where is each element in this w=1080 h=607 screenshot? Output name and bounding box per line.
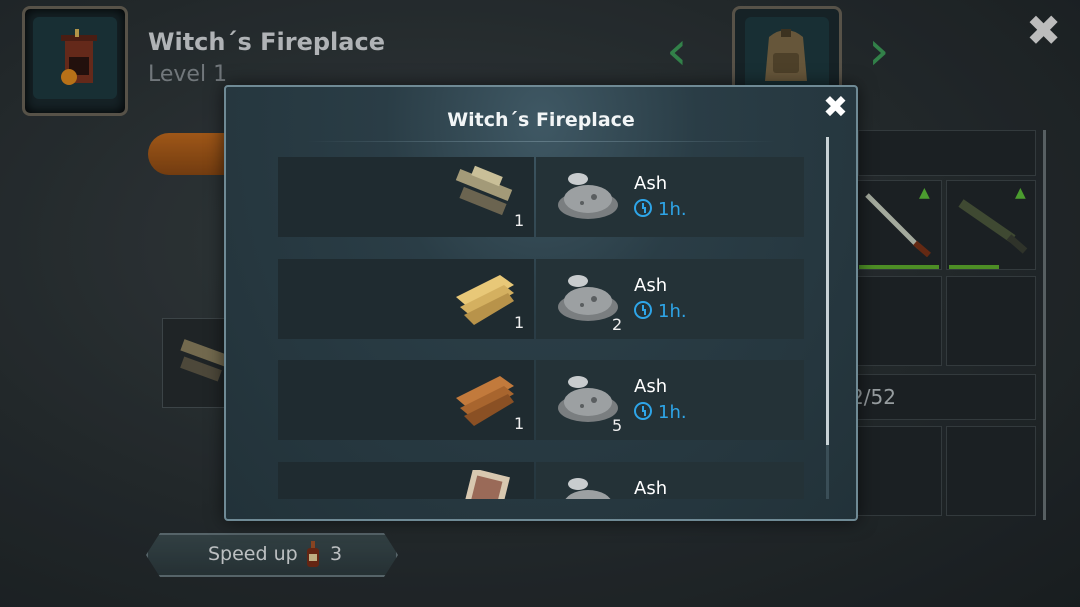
recipes-modal: Witch´s Fireplace ✖ 1 Ash 1h. 1 2 Ash 1h… <box>224 85 858 521</box>
planks-dark-icon <box>456 376 514 426</box>
craft-time-value: 1h. <box>658 402 687 423</box>
craft-time-value: 1h. <box>658 199 687 220</box>
recipe-row[interactable]: Ash <box>278 462 804 499</box>
recipe-list[interactable]: 1 Ash 1h. 1 2 Ash 1h. 1 5 Ash 1h. Ash <box>278 157 804 499</box>
recipe-scrollbar[interactable] <box>826 137 829 499</box>
recipe-input: 1 <box>278 360 534 440</box>
craft-time: 1h. <box>634 301 687 322</box>
planks-light-icon <box>456 275 514 325</box>
recipe-input: 1 <box>278 157 534 237</box>
recipe-row[interactable]: 1 Ash 1h. <box>278 157 804 237</box>
output-name: Ash <box>634 275 668 296</box>
input-quantity: 1 <box>514 313 525 332</box>
recipe-output: Ash 1h. <box>536 157 804 237</box>
ash-icon <box>558 275 618 321</box>
recipe-input <box>278 462 534 499</box>
craft-time: 1h. <box>634 199 687 220</box>
ash-icon <box>565 478 611 499</box>
recipe-row[interactable]: 1 5 Ash 1h. <box>278 360 804 440</box>
ash-icon <box>558 173 618 219</box>
craft-time: 1h. <box>634 402 687 423</box>
modal-title: Witch´s Fireplace <box>447 109 635 131</box>
output-name: Ash <box>634 478 668 499</box>
title-divider <box>306 141 776 142</box>
craft-time-value: 1h. <box>658 301 687 322</box>
recipe-input: 1 <box>278 259 534 339</box>
output-name: Ash <box>634 173 668 194</box>
input-quantity: 1 <box>514 211 525 230</box>
recipe-row[interactable]: 1 2 Ash 1h. <box>278 259 804 339</box>
input-quantity: 1 <box>514 414 525 433</box>
ash-icon <box>558 376 618 422</box>
clock-icon <box>634 301 652 319</box>
magazine-icon <box>460 470 510 499</box>
output-quantity: 2 <box>612 315 623 334</box>
recipe-output: 2 Ash 1h. <box>536 259 804 339</box>
recipe-output: 5 Ash 1h. <box>536 360 804 440</box>
recipe-output: Ash <box>536 462 804 499</box>
output-name: Ash <box>634 376 668 397</box>
logs-icon <box>455 165 513 216</box>
clock-icon <box>634 402 652 420</box>
output-quantity: 5 <box>612 416 623 435</box>
scrollbar-thumb[interactable] <box>826 137 829 445</box>
clock-icon <box>634 199 652 217</box>
close-icon[interactable]: ✖ <box>823 93 848 123</box>
